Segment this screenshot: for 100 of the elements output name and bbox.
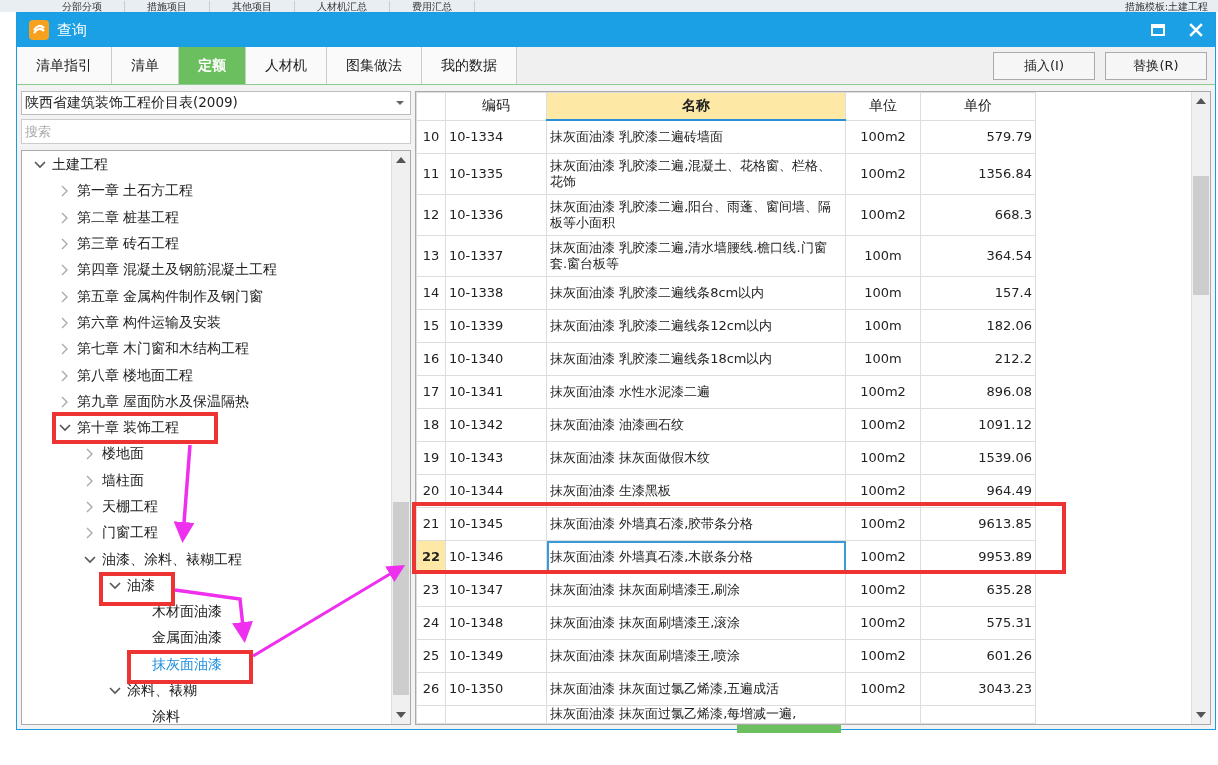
table-cell: 1356.84 — [920, 153, 1036, 195]
table-cell: 964.49 — [920, 474, 1036, 508]
tree-item[interactable]: 涂料 — [152, 708, 180, 724]
row-number: 18 — [416, 408, 446, 442]
table-cell: 157.4 — [920, 276, 1036, 310]
tab[interactable]: 人材机 — [246, 47, 327, 84]
table-cell: 10-1336 — [445, 194, 547, 236]
tree-item[interactable]: 第一章 土石方工程 — [77, 182, 194, 201]
table-cell: 10-1335 — [445, 153, 547, 195]
row-number: 19 — [416, 441, 446, 475]
row-number: 25 — [416, 639, 446, 673]
table-cell: 100m — [845, 342, 921, 376]
tree-item[interactable]: 第八章 楼地面工程 — [77, 366, 194, 385]
table-cell: 10-1342 — [445, 408, 547, 442]
table-cell: 100m — [845, 309, 921, 343]
action-button[interactable]: 替换(R) — [1105, 51, 1207, 80]
tree-item[interactable]: 天棚工程 — [102, 498, 158, 516]
tree-item[interactable]: 第四章 混凝土及钢筋混凝土工程 — [77, 261, 278, 280]
tree-item[interactable]: 第十章 装饰工程 — [77, 419, 180, 438]
window-title: 查询 — [57, 20, 87, 40]
table-cell: 10-1350 — [445, 672, 547, 706]
table-cell: 635.28 — [920, 573, 1036, 607]
column-header[interactable]: 编码 — [445, 92, 547, 120]
row-number: 11 — [416, 153, 446, 195]
table-cell: 抹灰面油漆 油漆画石纹 — [546, 408, 846, 442]
table-cell: 10-1344 — [445, 474, 547, 508]
table-cell: 100m2 — [845, 474, 921, 508]
table-cell: 100m2 — [845, 194, 921, 236]
tab[interactable]: 清单 — [112, 47, 179, 84]
table-cell: 3043.23 — [920, 672, 1036, 706]
table-cell: 100m2 — [845, 375, 921, 409]
table-cell: 10-1341 — [445, 375, 547, 409]
table-cell: 212.2 — [920, 342, 1036, 376]
tree-item[interactable]: 第九章 屋面防水及保温隔热 — [77, 392, 250, 411]
column-header[interactable]: 单价 — [920, 92, 1036, 120]
table-cell: 579.79 — [920, 120, 1036, 154]
tree-item[interactable]: 油漆、涂料、裱糊工程 — [102, 550, 242, 569]
tab[interactable]: 清单指引 — [17, 47, 112, 84]
scroll-bar[interactable] — [391, 151, 410, 724]
chevron-down-icon[interactable] — [84, 553, 96, 566]
table-cell: 抹灰面油漆 乳胶漆二遍砖墙面 — [546, 120, 846, 154]
tree-item[interactable]: 第三章 砖石工程 — [77, 235, 180, 254]
tab[interactable]: 我的数据 — [422, 47, 517, 84]
row-number: 26 — [416, 672, 446, 706]
tree-item[interactable]: 土建工程 — [52, 156, 108, 175]
table-cell: 1539.06 — [920, 441, 1036, 475]
table-cell: 抹灰面油漆 抹灰面刷墙漆王,刷涂 — [546, 573, 846, 607]
tree-item[interactable]: 油漆 — [127, 576, 155, 595]
library-dropdown[interactable]: 陕西省建筑装饰工程价目表(2009) — [21, 91, 411, 115]
action-button[interactable]: 插入(I) — [993, 51, 1095, 80]
table-cell: 100m2 — [845, 120, 921, 154]
tree-item[interactable]: 第二章 桩基工程 — [77, 208, 180, 227]
search-field[interactable]: 搜索 — [21, 119, 411, 144]
tree-item[interactable]: 第七章 木门窗和木结构工程 — [77, 340, 250, 359]
table-cell: 10-1345 — [445, 507, 547, 541]
table-cell: 100m — [845, 235, 921, 277]
table-cell: 10-1338 — [445, 276, 547, 310]
tree-item[interactable]: 第五章 金属构件制作及钢门窗 — [77, 287, 264, 306]
tab[interactable]: 图集做法 — [327, 47, 422, 84]
row-number: 14 — [416, 276, 446, 310]
table-cell: 10-1339 — [445, 309, 547, 343]
table-cell: 抹灰面油漆 水性水泥漆二遍 — [546, 375, 846, 409]
table-cell: 抹灰面油漆 乳胶漆二遍,清水墙腰线.檐口线.门窗套.窗台板等 — [546, 235, 846, 277]
row-number: 24 — [416, 606, 446, 640]
tree-item[interactable]: 木材面油漆 — [152, 603, 222, 622]
table-cell: 100m2 — [845, 441, 921, 475]
table-cell: 182.06 — [920, 309, 1036, 343]
table-cell: 10-1337 — [445, 235, 547, 277]
row-number: 12 — [416, 194, 446, 236]
tree-item[interactable]: 金属面油漆 — [152, 629, 222, 648]
row-number: 13 — [416, 235, 446, 277]
table-cell: 100m2 — [845, 672, 921, 706]
table-cell: 10-1347 — [445, 573, 547, 607]
row-number: 17 — [416, 375, 446, 409]
table-cell: 10-1343 — [445, 441, 547, 475]
table-cell: 9613.85 — [920, 507, 1036, 541]
row-number: 15 — [416, 309, 446, 343]
table-cell: 100m2 — [845, 573, 921, 607]
table-cell: 100m — [845, 276, 921, 310]
tree-item[interactable]: 第六章 构件运输及安装 — [77, 313, 222, 332]
splitter-handle[interactable] — [737, 725, 841, 733]
row-number: 10 — [416, 120, 446, 154]
table-cell: 抹灰面油漆 抹灰面做假木纹 — [546, 441, 846, 475]
tree-item[interactable]: 抹灰面油漆 — [152, 655, 222, 674]
table-cell: 10-1348 — [445, 606, 547, 640]
app-icon — [29, 20, 49, 40]
maximize-icon[interactable] — [1151, 23, 1165, 37]
close-icon[interactable] — [1189, 23, 1203, 37]
table-cell: 575.31 — [920, 606, 1036, 640]
scroll-bar[interactable] — [1191, 92, 1210, 724]
tree-item[interactable]: 墙柱面 — [102, 471, 144, 490]
column-header[interactable]: 名称 — [546, 92, 846, 120]
tree-item[interactable]: 涂料、裱糊 — [127, 682, 197, 701]
table-cell: 抹灰面油漆 生漆黑板 — [546, 474, 846, 508]
table-cell: 抹灰面油漆 抹灰面刷墙漆王,喷涂 — [546, 639, 846, 673]
chevron-down-icon[interactable] — [109, 579, 121, 592]
table-cell: 10-1349 — [445, 639, 547, 673]
tree-item[interactable]: 门窗工程 — [102, 524, 158, 543]
column-header[interactable]: 单位 — [845, 92, 921, 120]
tree-item[interactable]: 楼地面 — [102, 445, 144, 464]
